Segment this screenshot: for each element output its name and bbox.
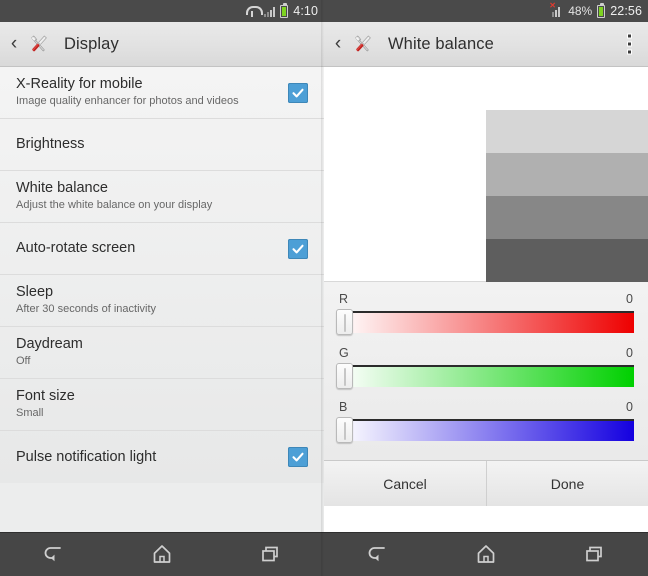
list-item-white-balance[interactable]: White balance Adjust the white balance o…	[0, 171, 324, 223]
cancel-button[interactable]: Cancel	[324, 461, 486, 506]
battery-icon	[280, 2, 289, 18]
page-title: Display	[64, 34, 119, 53]
slider-value-label: 0	[626, 346, 633, 360]
slider-track[interactable]	[340, 365, 634, 387]
list-item-title: Daydream	[16, 336, 83, 352]
list-item-subtitle: Small	[16, 407, 44, 419]
grayscale-bands	[486, 110, 648, 282]
slider-track[interactable]	[340, 311, 634, 333]
action-bar-left: ‹ Display	[0, 22, 324, 67]
screwdriver-icon	[350, 32, 376, 56]
list-item-font-size[interactable]: Font size Small	[0, 379, 324, 431]
navigation-bar-left	[0, 532, 324, 576]
slider-thumb[interactable]	[336, 363, 353, 389]
back-icon[interactable]: ‹	[324, 33, 344, 55]
slider-channel-label: G	[339, 346, 349, 360]
back-icon[interactable]	[39, 541, 69, 567]
page-title: White balance	[388, 34, 494, 53]
slider-group-b: B0	[336, 400, 636, 443]
status-bar-clock: 4:10	[293, 4, 318, 18]
slider-channel-label: B	[339, 400, 348, 414]
slider-thumb[interactable]	[336, 309, 353, 335]
divider	[324, 532, 648, 533]
list-item-title: Pulse notification light	[16, 448, 157, 465]
slider-group-r: R0	[336, 292, 636, 335]
check-icon	[292, 88, 304, 97]
checkbox-auto-rotate-screen[interactable]	[288, 238, 308, 259]
rgb-sliders: R0G0B0	[324, 282, 648, 460]
slider-b[interactable]	[336, 417, 636, 443]
check-icon	[292, 244, 304, 253]
status-bar-left: 4:10	[0, 0, 324, 22]
list-item-daydream[interactable]: Daydream Off	[0, 327, 324, 379]
list-item-subtitle: Off	[16, 355, 31, 367]
back-icon[interactable]	[363, 541, 393, 567]
list-item-title: X-Reality for mobile	[16, 76, 143, 92]
slider-channel-label: R	[339, 292, 349, 306]
home-icon[interactable]	[471, 541, 501, 567]
list-item-auto-rotate-screen[interactable]: Auto-rotate screen	[0, 223, 324, 275]
list-item-subtitle: Adjust the white balance on your display	[16, 199, 213, 211]
list-item-title: Auto-rotate screen	[16, 240, 136, 256]
slider-g[interactable]	[336, 363, 636, 389]
list-item-brightness[interactable]: Brightness	[0, 119, 324, 171]
checkbox-pulse-notification-light[interactable]	[288, 447, 308, 467]
slider-thumb[interactable]	[336, 417, 353, 443]
recents-icon[interactable]	[579, 541, 609, 567]
status-bar-right: ✕ 48% 22:56	[324, 0, 648, 22]
list-item-title: White balance	[16, 180, 108, 196]
slider-track[interactable]	[340, 419, 634, 441]
divider	[0, 532, 324, 533]
check-icon	[292, 452, 304, 462]
checkbox-x-reality[interactable]	[288, 82, 308, 103]
list-item-title: Brightness	[16, 136, 85, 152]
slider-group-g: G0	[336, 346, 636, 389]
list-item-title: Sleep	[16, 284, 54, 300]
grayscale-band	[486, 153, 648, 196]
list-item-pulse-notification-light[interactable]: Pulse notification light	[0, 431, 324, 483]
navigation-bar-right	[324, 532, 648, 576]
action-bar-right: ‹ White balance	[324, 22, 648, 67]
list-item-subtitle: After 30 seconds of inactivity	[16, 303, 157, 315]
recents-icon[interactable]	[255, 541, 285, 567]
list-item-x-reality[interactable]: X-Reality for mobile Image quality enhan…	[0, 67, 324, 119]
display-settings-panel: 4:10 ‹ Display X-Reality for mobile Imag…	[0, 0, 324, 576]
slider-r[interactable]	[336, 309, 636, 335]
grayscale-band	[486, 196, 648, 239]
white-balance-preview	[324, 67, 648, 282]
slider-value-label: 0	[626, 292, 633, 306]
list-item-title: Font size	[16, 388, 75, 404]
battery-icon	[597, 2, 606, 18]
status-bar-clock: 22:56	[610, 4, 642, 18]
home-icon[interactable]	[147, 541, 177, 567]
signal-no-service-icon: ✕	[549, 1, 563, 17]
settings-tools-icon	[346, 29, 380, 59]
no-service-x-icon: ✕	[549, 0, 556, 10]
list-item-sleep[interactable]: Sleep After 30 seconds of inactivity	[0, 275, 324, 327]
screwdriver-icon	[26, 32, 52, 56]
slider-labels: B0	[336, 400, 636, 417]
battery-percent-label: 48%	[568, 4, 593, 18]
list-item-subtitle: Image quality enhancer for photos and vi…	[16, 95, 239, 107]
back-icon[interactable]: ‹	[0, 33, 20, 55]
connection-icon	[246, 5, 264, 17]
slider-value-label: 0	[626, 400, 633, 414]
done-button[interactable]: Done	[486, 461, 648, 506]
white-balance-panel: ✕ 48% 22:56 ‹ White balance R 0 G 0 B 0 …	[324, 0, 648, 576]
slider-labels: R0	[336, 292, 636, 309]
settings-list: X-Reality for mobile Image quality enhan…	[0, 67, 324, 483]
grayscale-band	[486, 110, 648, 153]
grayscale-band	[486, 239, 648, 282]
signal-icon	[264, 6, 276, 17]
slider-labels: G0	[336, 346, 636, 363]
overflow-menu-icon[interactable]	[627, 33, 632, 55]
dialog-actions: Cancel Done	[324, 460, 648, 506]
screenshot-root: 4:10 ‹ Display X-Reality for mobile Imag…	[0, 0, 648, 576]
settings-tools-icon	[22, 29, 56, 59]
